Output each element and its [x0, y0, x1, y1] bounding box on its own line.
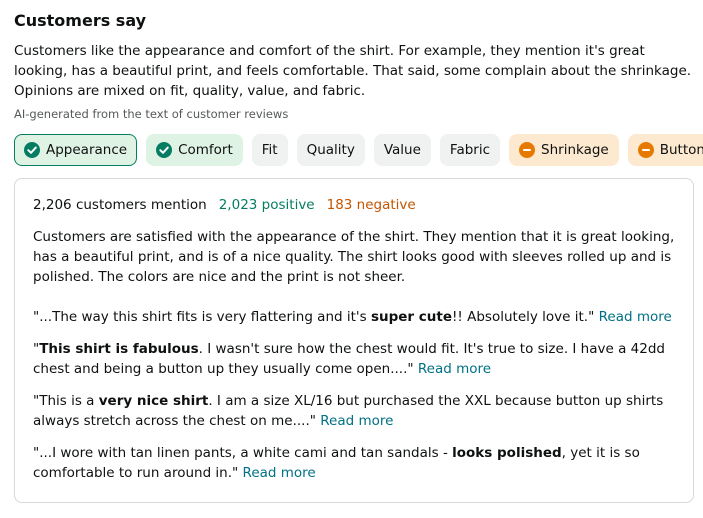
aspect-detail-panel: 2,206 customers mention 2,023 positive 1…	[14, 178, 694, 503]
quote-text: "...The way this shirt fits is very flat…	[33, 309, 371, 325]
aspect-chip-buttons[interactable]: Buttons	[627, 134, 703, 166]
aspect-chip-comfort[interactable]: Comfort	[146, 134, 243, 166]
quote-list: "...The way this shirt fits is very flat…	[33, 307, 675, 483]
aspect-chip-fabric[interactable]: Fabric	[439, 134, 501, 166]
review-quote: "...I wore with tan linen pants, a white…	[33, 443, 675, 483]
aspect-chip-label: Fabric	[449, 142, 491, 158]
quote-highlight: very nice shirt	[98, 393, 209, 409]
quote-text: !! Absolutely love it."	[452, 309, 599, 325]
aspect-chip-list: Appearance Comfort Fit Quality Value Fabric Sh…	[14, 134, 703, 166]
review-quote: "This shirt is fabulous. I wasn't sure h…	[33, 339, 675, 379]
quote-highlight: looks polished	[452, 445, 562, 461]
positive-count[interactable]: 2,023 positive	[219, 195, 315, 215]
read-more-link[interactable]: Read more	[418, 361, 491, 377]
negative-count[interactable]: 183 negative	[327, 195, 416, 215]
aspect-chip-label: Quality	[306, 142, 355, 158]
review-quote: "This is a very nice shirt. I am a size …	[33, 391, 675, 431]
quote-text: "This is a	[33, 393, 99, 409]
aspect-chip-label: Appearance	[46, 142, 128, 158]
section-title: Customers say	[14, 11, 147, 30]
aspect-chip-fit[interactable]: Fit	[251, 134, 288, 166]
quote-highlight: super cute	[370, 309, 453, 325]
aspect-chip-label: Comfort	[178, 142, 233, 158]
mention-count: 2,206 customers mention	[33, 197, 207, 213]
ai-generated-note: AI-generated from the text of customer r…	[14, 107, 289, 121]
aspect-chip-appearance[interactable]: Appearance	[14, 134, 138, 166]
aspect-detail-text: Customers are satisfied with the appeara…	[33, 229, 675, 285]
mention-stats: 2,206 customers mention 2,023 positive 1…	[33, 195, 675, 215]
aspect-chip-value[interactable]: Value	[373, 134, 431, 166]
check-circle-icon	[24, 142, 40, 158]
review-summary: Customers like the appearance and comfor…	[14, 43, 692, 99]
aspect-chip-label: Shrinkage	[541, 142, 609, 158]
read-more-link[interactable]: Read more	[320, 413, 393, 429]
minus-circle-icon	[519, 142, 536, 158]
read-more-link[interactable]: Read more	[243, 465, 316, 481]
minus-circle-icon	[637, 142, 654, 158]
review-quote: "...The way this shirt fits is very flat…	[33, 307, 675, 327]
aspect-chip-quality[interactable]: Quality	[296, 134, 365, 166]
read-more-link[interactable]: Read more	[599, 309, 672, 325]
quote-highlight: This shirt is fabulous	[39, 341, 199, 357]
customers-say-section: Customers say Customers like the appeara…	[0, 0, 703, 503]
check-circle-icon	[156, 142, 173, 158]
aspect-chip-label: Value	[383, 142, 421, 158]
quote-text: "...I wore with tan linen pants, a white…	[33, 445, 453, 461]
aspect-chip-label: Fit	[261, 142, 278, 158]
aspect-chip-shrinkage[interactable]: Shrinkage	[509, 134, 619, 166]
aspect-chip-label: Buttons	[659, 142, 703, 158]
